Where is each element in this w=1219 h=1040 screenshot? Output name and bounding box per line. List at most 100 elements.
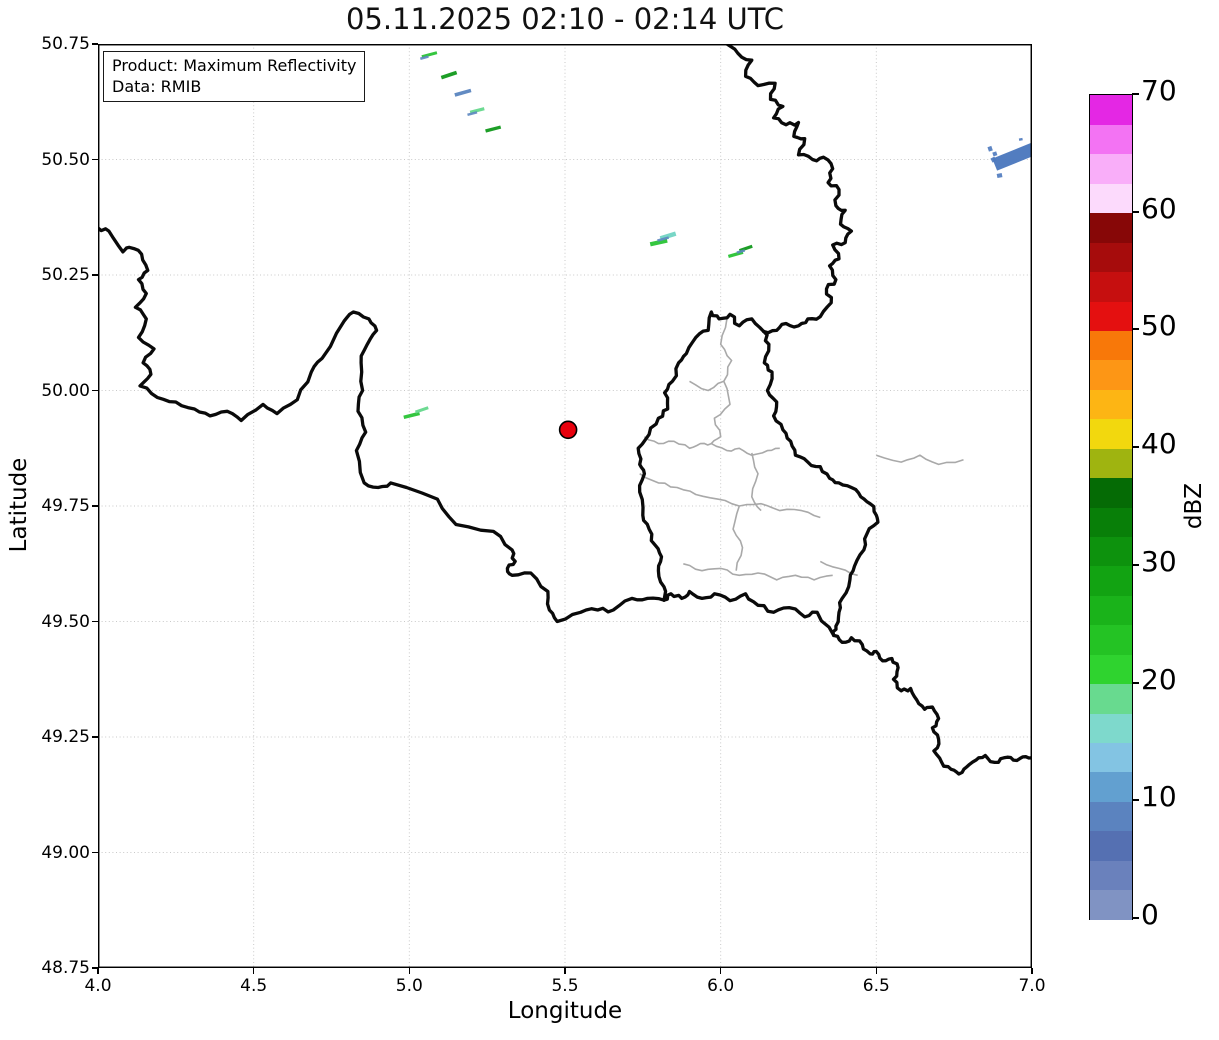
y-tick-mark — [92, 274, 98, 276]
x-tick-label: 6.5 — [846, 976, 906, 996]
colorbar-tick-label: 60 — [1141, 192, 1177, 225]
colorbar-tick-label: 20 — [1141, 663, 1177, 696]
country-border — [834, 635, 1032, 774]
region-border — [752, 453, 761, 511]
colorbar-segment — [1090, 713, 1132, 743]
colorbar-tick-label: 0 — [1141, 898, 1159, 931]
x-tick-label: 6.0 — [691, 976, 751, 996]
region-border — [733, 506, 742, 571]
colorbar-segment — [1090, 742, 1132, 772]
colorbar-segment — [1090, 507, 1132, 537]
region-border — [876, 455, 963, 464]
colorbar-segment — [1090, 124, 1132, 154]
colorbar-segment — [1090, 183, 1132, 213]
y-tick-mark — [92, 159, 98, 161]
colorbar-segment — [1090, 860, 1132, 890]
region-border — [690, 381, 724, 390]
colorbar-segment — [1090, 360, 1132, 390]
colorbar-tick-label: 40 — [1141, 427, 1177, 460]
data-source-line: Data: RMIB — [112, 76, 356, 97]
colorbar-segment — [1090, 95, 1132, 125]
country-border — [664, 592, 834, 636]
x-tick-label: 4.0 — [68, 976, 128, 996]
colorbar-tick-mark — [1132, 211, 1139, 213]
y-tick-label: 50.75 — [20, 34, 90, 54]
y-tick-label: 49.75 — [20, 496, 90, 516]
region-border — [711, 319, 731, 444]
colorbar-segment — [1090, 154, 1132, 184]
colorbar-segment — [1090, 536, 1132, 566]
y-tick-mark — [92, 736, 98, 738]
x-tick-label: 5.5 — [535, 976, 595, 996]
colorbar-tick-mark — [1132, 682, 1139, 684]
x-tick-label: 4.5 — [224, 976, 284, 996]
echo — [992, 141, 1032, 170]
colorbar-tick-mark — [1132, 799, 1139, 801]
region-border — [640, 474, 821, 518]
radar-figure: 05.11.2025 02:10 - 02:14 UTC Product: Ma… — [0, 0, 1219, 1040]
colorbar-segment — [1090, 213, 1132, 243]
figure-title: 05.11.2025 02:10 - 02:14 UTC — [98, 2, 1032, 36]
colorbar-segment — [1090, 890, 1132, 920]
colorbar-tick-label: 70 — [1141, 74, 1177, 107]
colorbar-label: dBZ — [1181, 446, 1211, 566]
colorbar-segment — [1090, 301, 1132, 331]
x-tick-mark — [876, 968, 878, 974]
country-border — [638, 312, 763, 600]
radar-map — [98, 44, 1032, 968]
colorbar-segment — [1090, 566, 1132, 596]
colorbar-segment — [1090, 625, 1132, 655]
echo — [454, 89, 471, 97]
colorbar-segment — [1090, 448, 1132, 478]
product-info-box: Product: Maximum Reflectivity Data: RMIB — [103, 51, 365, 102]
y-tick-label: 49.25 — [20, 727, 90, 747]
y-tick-mark — [92, 852, 98, 854]
colorbar-tick-mark — [1132, 917, 1139, 919]
colorbar-segment — [1090, 684, 1132, 714]
country-border — [764, 331, 878, 635]
colorbar-segment — [1090, 654, 1132, 684]
x-tick-mark — [253, 968, 255, 974]
x-tick-mark — [720, 968, 722, 974]
x-tick-mark — [1031, 968, 1033, 974]
colorbar-tick-label: 50 — [1141, 309, 1177, 342]
y-tick-mark — [92, 967, 98, 969]
colorbar-segment — [1090, 478, 1132, 508]
x-tick-mark — [409, 968, 411, 974]
echo — [485, 125, 501, 132]
y-tick-mark — [92, 505, 98, 507]
y-tick-mark — [92, 621, 98, 623]
colorbar-segment — [1090, 801, 1132, 831]
y-tick-label: 48.75 — [20, 958, 90, 978]
colorbar-tick-mark — [1132, 93, 1139, 95]
y-tick-mark — [92, 390, 98, 392]
radar-echoes — [403, 51, 1032, 419]
colorbar — [1089, 94, 1133, 920]
x-tick-label: 7.0 — [1002, 976, 1062, 996]
echo — [987, 146, 992, 152]
x-axis-label: Longitude — [98, 998, 1032, 1024]
colorbar-tick-mark — [1132, 564, 1139, 566]
radar-site-marker — [560, 421, 577, 438]
colorbar-tick-mark — [1132, 328, 1139, 330]
y-tick-label: 50.00 — [20, 381, 90, 401]
echo — [415, 406, 429, 413]
y-tick-label: 49.50 — [20, 612, 90, 632]
colorbar-segment — [1090, 389, 1132, 419]
echo — [992, 151, 997, 156]
echo — [997, 173, 1003, 178]
y-tick-mark — [92, 43, 98, 45]
colorbar-tick-label: 10 — [1141, 780, 1177, 813]
colorbar-segment — [1090, 242, 1132, 272]
country-border — [727, 44, 852, 333]
y-tick-label: 50.50 — [20, 150, 90, 170]
echo — [1019, 138, 1023, 141]
y-tick-label: 49.00 — [20, 843, 90, 863]
x-tick-mark — [564, 968, 566, 974]
region-border — [644, 437, 779, 456]
x-tick-label: 5.0 — [379, 976, 439, 996]
colorbar-segment — [1090, 831, 1132, 861]
map-plot-area: Product: Maximum Reflectivity Data: RMIB — [98, 44, 1032, 968]
colorbar-segment — [1090, 595, 1132, 625]
country-border — [98, 228, 664, 622]
